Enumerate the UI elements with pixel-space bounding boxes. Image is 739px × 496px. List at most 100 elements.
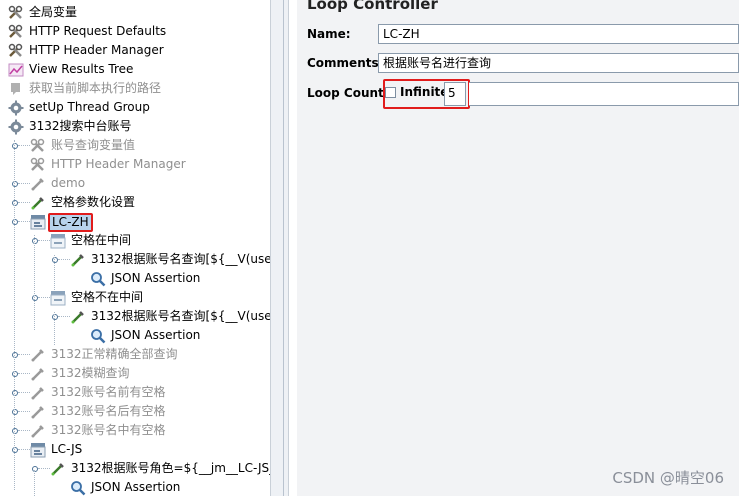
tree-item[interactable]: HTTP Request Defaults [0,22,270,41]
tree-connector [18,202,30,203]
divider-grip[interactable] [283,0,284,496]
magnifier-icon [90,328,106,344]
tree-guide-line [14,140,15,490]
expand-toggle-icon[interactable] [12,371,18,377]
expand-toggle-icon[interactable] [12,143,18,149]
chart-icon [8,62,24,78]
tree-item-label: 账号查询变量值 [51,138,136,152]
wrench-icon [8,24,24,40]
preprocessor-icon [8,81,24,97]
pipette-icon [30,423,46,439]
tree-guide-line [34,235,35,330]
tree-item[interactable]: 3132根据账号名查询[${__V(userN [0,250,270,269]
expand-toggle-icon[interactable] [12,219,18,225]
wrench-icon [8,43,24,59]
expand-toggle-icon[interactable] [12,447,18,453]
wrench-icon [8,5,24,21]
tree-item[interactable]: 3132搜索中台账号 [0,117,270,136]
tree-item[interactable]: HTTP Header Manager [0,155,270,174]
name-field[interactable]: LC-ZH [378,24,739,44]
tree-item[interactable]: setUp Thread Group [0,98,270,117]
loop-count-input[interactable]: 5 [444,82,466,106]
controller-icon [50,290,66,306]
tree-item[interactable]: JSON Assertion [0,478,270,496]
expand-toggle-icon[interactable] [32,238,38,244]
tree-item[interactable]: 3132账号名中有空格 [0,421,270,440]
tree-item[interactable]: 账号查询变量值 [0,136,270,155]
tree-item-label: 空格在中间 [71,233,132,247]
tree-connector [18,145,30,146]
pipette-icon [30,195,46,211]
tree-connector [18,392,30,393]
expand-toggle-icon[interactable] [32,295,38,301]
tree-connector [58,259,70,260]
expand-toggle-icon[interactable] [12,181,18,187]
loop-controller-panel: Loop Controller Name: LC-ZH Comments: 根据… [297,0,739,496]
loop-count-field-area[interactable] [469,82,739,106]
pipette-icon [50,461,66,477]
tree-item[interactable]: HTTP Header Manager [0,41,270,60]
comments-field[interactable]: 根据账号名进行查询 [378,53,739,73]
split-pane-divider[interactable] [270,0,289,496]
tree-connector [38,297,50,298]
tree-item[interactable]: 获取当前脚本执行的路径 [0,79,270,98]
expand-toggle-icon[interactable] [12,390,18,396]
expand-toggle-icon[interactable] [52,257,58,263]
gear-icon [8,119,24,135]
tree-item[interactable]: 3132正常精确全部查询 [0,345,270,364]
tree-item[interactable]: JSON Assertion [0,326,270,345]
test-plan-tree[interactable]: 全局变量 HTTP Request Defaults HTTP Header Man… [0,0,270,496]
tree-item-label: 3132搜索中台账号 [29,119,132,133]
tree-item-label: View Results Tree [29,62,134,76]
magnifier-icon [90,271,106,287]
tree-item-label: 3132根据账号名查询[${__V(userN [91,309,270,323]
tree-item[interactable]: LC-ZH [0,212,270,232]
tree-item[interactable]: 空格参数化设置 [0,193,270,212]
tree-item[interactable]: View Results Tree [0,60,270,79]
tree-item[interactable]: 3132账号名前有空格 [0,383,270,402]
expand-toggle-icon[interactable] [12,428,18,434]
controller-icon [50,233,66,249]
tree-item-label: HTTP Header Manager [51,157,186,171]
expand-toggle-icon[interactable] [52,314,58,320]
pipette-icon [30,404,46,420]
expand-toggle-icon[interactable] [12,409,18,415]
infinite-checkbox[interactable] [385,87,396,98]
tree-item-label: HTTP Request Defaults [29,24,167,38]
tree-item-label: 空格不在中间 [71,290,144,304]
expand-toggle-icon[interactable] [12,200,18,206]
pipette-icon [30,366,46,382]
tree-connector [38,240,50,241]
pipette-icon [30,385,46,401]
tree-item[interactable]: demo [0,174,270,193]
tree-connector [18,411,30,412]
tree-connector [18,354,30,355]
tree-item[interactable]: JSON Assertion [0,269,270,288]
wrench-icon [30,138,46,154]
tree-item-label: JSON Assertion [91,480,181,494]
tree-item-label: LC-ZH [48,213,93,232]
expand-toggle-icon[interactable] [12,352,18,358]
tree-item[interactable]: 3132根据账号名查询[${__V(userN [0,307,270,326]
loop-count-label: Loop Count: [307,86,389,100]
tree-item-label: 3132根据账号名查询[${__V(userN [91,252,270,266]
tree-item[interactable]: 空格在中间 [0,231,270,250]
pipette-icon [70,309,86,325]
comments-label: Comments: [307,56,384,70]
tree-item[interactable]: 3132根据账号角色=${__jm__LC-JS_ [0,459,270,478]
expand-toggle-icon[interactable] [32,466,38,472]
tree-item[interactable]: LC-JS [0,440,270,459]
tree-guide-line [54,312,55,345]
tree-item-label: 获取当前脚本执行的路径 [29,81,162,95]
infinite-label: Infinite [400,85,449,99]
tree-item[interactable]: 3132账号名后有空格 [0,402,270,421]
tree-item[interactable]: 空格不在中间 [0,288,270,307]
tree-item-label: HTTP Header Manager [29,43,164,57]
tree-item[interactable]: 3132模糊查询 [0,364,270,383]
tree-item-label: JSON Assertion [111,328,201,342]
loop-icon [30,214,46,230]
tree-connector [18,221,30,222]
tree-item[interactable]: 全局变量 [0,3,270,22]
pipette-icon [30,176,46,192]
tree-item-label: 全局变量 [29,5,78,19]
